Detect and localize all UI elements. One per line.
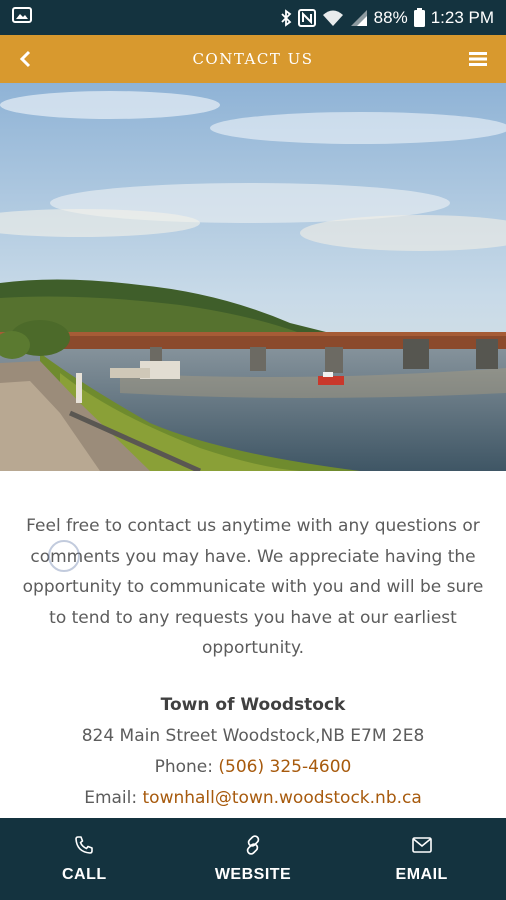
chevron-left-icon: [19, 50, 31, 68]
back-button[interactable]: [14, 47, 38, 71]
email-link[interactable]: townhall@town.woodstock.nb.ca: [143, 788, 422, 808]
battery-level: 88%: [373, 7, 408, 27]
website-label: WEBSITE: [214, 866, 292, 883]
status-bar: 88% 1:23 PM: [0, 0, 506, 35]
email-label-nav: EMAIL: [395, 866, 448, 883]
email-line: Email: townhall@town.woodstock.nb.ca: [0, 786, 506, 810]
intro-text: Feel free to contact us anytime with any…: [22, 516, 484, 658]
email-label: Email:: [84, 788, 143, 808]
app-header: CONTACT US: [0, 35, 506, 83]
nfc-icon: [297, 8, 316, 27]
contact-content: Feel free to contact us anytime with any…: [0, 471, 506, 818]
touch-indicator: [48, 540, 80, 572]
website-button[interactable]: WEBSITE: [169, 818, 338, 900]
mail-icon: [411, 834, 432, 856]
page-title: CONTACT US: [192, 50, 314, 68]
wifi-icon: [322, 9, 344, 27]
bluetooth-icon: [280, 8, 292, 27]
hamburger-menu-icon: [469, 52, 487, 66]
email-button[interactable]: EMAIL: [337, 818, 506, 900]
call-label: CALL: [62, 866, 107, 883]
battery-icon: [413, 8, 425, 27]
phone-link[interactable]: (506) 325-4600: [218, 757, 351, 777]
phone-line: Phone: (506) 325-4600: [0, 755, 506, 779]
image-icon: [12, 7, 32, 28]
link-icon: [242, 834, 264, 856]
hero-image: [0, 83, 506, 471]
clock: 1:23 PM: [430, 7, 494, 27]
menu-button[interactable]: [466, 47, 490, 71]
phone-label: Phone:: [154, 757, 219, 777]
bottom-nav: CALL WEBSITE EMAIL: [0, 818, 506, 900]
organization-name: Town of Woodstock: [160, 695, 346, 715]
signal-icon: [350, 9, 368, 27]
phone-icon: [74, 834, 94, 856]
call-button[interactable]: CALL: [0, 818, 169, 900]
address: 824 Main Street Woodstock,NB E7M 2E8: [81, 726, 425, 746]
